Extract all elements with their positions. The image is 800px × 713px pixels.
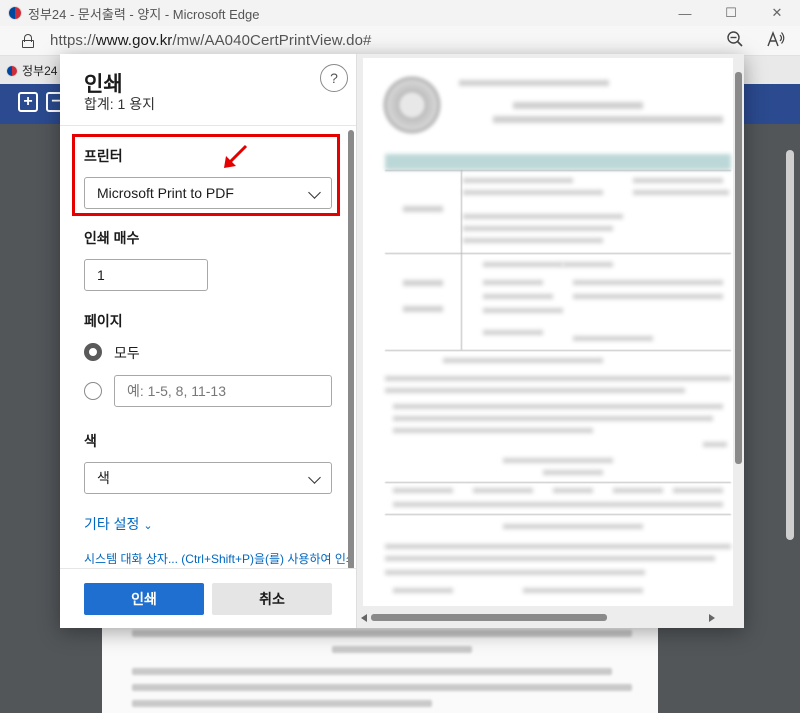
window-controls: — ☐ ✕ [662, 0, 800, 26]
color-selected-value: 색 [97, 470, 110, 486]
zoom-out-icon[interactable] [726, 30, 744, 48]
minimize-button[interactable]: — [662, 0, 708, 26]
cancel-button[interactable]: 취소 [212, 583, 332, 615]
close-button[interactable]: ✕ [754, 0, 800, 26]
help-button[interactable]: ? [320, 64, 348, 92]
zoom-in-icon[interactable]: + [18, 92, 38, 112]
preview-horizontal-scrollbar[interactable] [371, 614, 607, 621]
pages-label: 페이지 [84, 313, 123, 329]
page-scrollbar[interactable] [786, 150, 794, 540]
pages-all-label: 모두 [114, 345, 140, 361]
scroll-left-icon[interactable] [361, 614, 367, 622]
system-dialog-link[interactable]: 시스템 대화 상자... (Ctrl+Shift+P)을(를) 사용하여 인쇄 [84, 550, 354, 567]
browser-tab[interactable]: 정부24 [6, 62, 57, 79]
read-aloud-icon[interactable] [766, 30, 786, 48]
background-document [102, 620, 658, 713]
print-button[interactable]: 인쇄 [84, 583, 204, 615]
sheet-count: 합계: 1 용지 [84, 96, 155, 112]
preview-page [363, 58, 733, 606]
more-settings-link[interactable]: 기타 설정 ⌄ [84, 514, 153, 534]
document-seal [383, 76, 441, 134]
chevron-down-icon: ⌄ [143, 520, 153, 532]
copies-input[interactable]: 1 [84, 259, 208, 291]
lock-icon[interactable] [22, 33, 34, 48]
color-label: 색 [84, 433, 97, 449]
print-dialog: 인쇄 합계: 1 용지 ? 프린터 Microsoft Print to PDF… [60, 54, 744, 628]
url-path: /mw/AA040CertPrintView.do# [172, 32, 372, 49]
printer-highlight-box [72, 134, 340, 216]
copies-label: 인쇄 매수 [84, 230, 140, 246]
tab-label: 정부24 [22, 64, 58, 78]
more-settings-label: 기타 설정 [84, 516, 140, 532]
title-bar: 정부24 - 문서출력 - 양지 - Microsoft Edge — ☐ ✕ [0, 0, 800, 26]
address-bar-icons [726, 30, 786, 48]
site-favicon-icon [6, 64, 18, 77]
red-arrow-icon [224, 144, 248, 168]
window-title: 정부24 - 문서출력 - 양지 - Microsoft Edge [28, 6, 260, 22]
print-dialog-footer: 인쇄 취소 [60, 568, 356, 628]
chevron-down-icon [308, 471, 321, 484]
address-bar[interactable]: https://www.gov.kr/mw/AA040CertPrintView… [0, 26, 800, 56]
pages-custom-input[interactable]: 예: 1-5, 8, 11-13 [114, 375, 332, 407]
site-favicon-icon [8, 6, 22, 20]
color-select[interactable]: 색 [84, 462, 332, 494]
pages-custom-radio[interactable] [84, 382, 102, 400]
scroll-right-icon[interactable] [709, 614, 715, 622]
maximize-button[interactable]: ☐ [708, 0, 754, 26]
pages-all-radio[interactable] [84, 343, 102, 361]
settings-scrollbar[interactable] [348, 130, 354, 570]
print-dialog-header: 인쇄 합계: 1 용지 ? [60, 54, 356, 126]
print-preview [356, 54, 744, 628]
preview-vertical-scrollbar[interactable] [735, 72, 742, 464]
url-host: www.gov.kr [95, 32, 173, 49]
url-prefix: https:// [50, 32, 96, 49]
url-text[interactable]: https://www.gov.kr/mw/AA040CertPrintView… [50, 32, 372, 49]
